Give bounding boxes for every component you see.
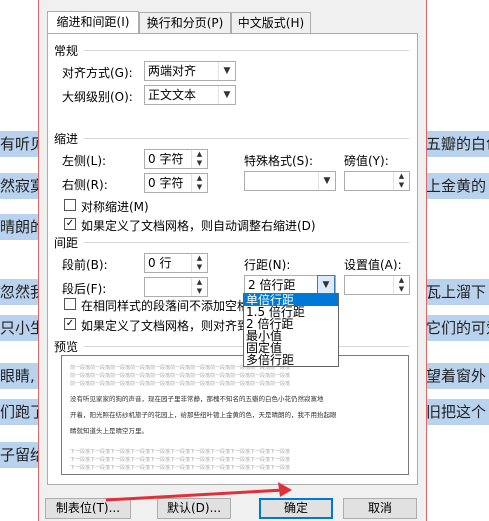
chevron-down-icon: ▼ — [218, 86, 235, 104]
preview-sample-line: 开着，阳光照在纺纱机旅子的花园上，给那些纽叶镀上金黄的色，天是晴朗的，我不用抬起… — [70, 411, 337, 419]
divider — [84, 138, 409, 139]
spin-down-icon[interactable]: ▼ — [394, 181, 409, 190]
line-at-label: 设置值(A): — [344, 258, 402, 272]
auto-adjust-label: 如果定义了文档网格，则自动调整右缩进(D) — [81, 219, 316, 233]
spin-buttons[interactable]: ▲ ▼ — [191, 150, 207, 168]
preview-next-paragraph: 下一段落下一段落下一段落下一段落下一段落下一段落下一段落下一段落下一段落下一段落… — [70, 449, 291, 455]
spin-down-icon[interactable]: ▼ — [192, 159, 207, 168]
doc-text-fragment: 眼睛, — [0, 367, 35, 385]
mirror-indent-label: 对称缩进(M) — [81, 200, 149, 214]
set-default-button[interactable]: 默认(D)... — [157, 498, 231, 519]
doc-text-fragment: 望着窗外 — [426, 367, 487, 385]
spin-up-icon[interactable]: ▲ — [394, 172, 409, 181]
section-title-spacing: 间距 — [54, 236, 79, 250]
section-title-preview: 预览 — [54, 340, 79, 354]
indent-left-spinner[interactable]: 0 字符 ▲ ▼ — [144, 149, 208, 169]
spin-down-icon[interactable]: ▼ — [192, 183, 207, 192]
preview-next-paragraph: 下一段落下一段落下一段落下一段落下一段落下一段落下一段落下一段落下一段落下一段落… — [70, 465, 291, 471]
preview-sample-line: 睛就知道头上是晴空万里。 — [70, 427, 148, 435]
alignment-select[interactable]: 两端对齐 ▼ — [144, 61, 236, 81]
space-after-spinner[interactable]: ▲ ▼ — [144, 277, 208, 297]
indent-right-value: 0 字符 — [148, 176, 184, 190]
tabs-button[interactable]: 制表位(T)... — [45, 498, 131, 519]
section-title-indentation: 缩进 — [54, 132, 79, 146]
divider — [84, 50, 409, 51]
preview-sample-line: 没有听见家家的狗的声音，现在园子里非常静，那槐不知名的五瓣的白色小花仍然寂寞地 — [70, 395, 324, 403]
indent-by-label: 磅值(Y): — [344, 154, 389, 168]
snap-to-grid-label: 如果定义了文档网格，则对齐到 — [81, 319, 250, 333]
chevron-down-icon[interactable]: ▼ — [317, 275, 335, 295]
alignment-label: 对齐方式(G): — [62, 66, 133, 80]
snap-to-grid-checkbox[interactable]: ✓ — [64, 318, 76, 330]
special-format-select[interactable]: ▼ — [244, 171, 336, 191]
chevron-down-icon: ▼ — [318, 172, 335, 190]
special-format-label: 特殊格式(S): — [244, 154, 314, 168]
spin-buttons[interactable]: ▲ ▼ — [191, 254, 207, 272]
divider — [84, 242, 409, 243]
space-after-label: 段后(F): — [62, 282, 107, 296]
spin-down-icon[interactable]: ▼ — [394, 285, 409, 294]
doc-text-fragment: 瓦上溜下 — [426, 283, 487, 301]
doc-text-fragment: 上金黄的 — [426, 177, 487, 195]
preview-next-paragraph: 下一段落下一段落下一段落下一段落下一段落下一段落下一段落下一段落下一段落下一段落… — [70, 457, 291, 463]
cancel-button[interactable]: 取消 — [343, 498, 417, 519]
indent-left-label: 左侧(L): — [62, 154, 107, 168]
indent-left-value: 0 字符 — [148, 152, 184, 166]
section-title-general: 常规 — [54, 44, 79, 58]
indent-right-label: 右侧(R): — [62, 178, 108, 192]
spin-down-icon[interactable]: ▼ — [192, 287, 207, 296]
spin-up-icon[interactable]: ▲ — [192, 254, 207, 263]
preview-prev-paragraph: 前一段落前一段落前一段落前一段落前一段落前一段落前一段落前一段落前一段落前一段落… — [70, 365, 291, 371]
spin-up-icon[interactable]: ▲ — [192, 150, 207, 159]
outline-level-label: 大纲级别(O): — [62, 90, 133, 104]
chevron-down-icon: ▼ — [218, 62, 235, 80]
space-before-spinner[interactable]: 0 行 ▲ ▼ — [144, 253, 208, 273]
doc-text-fragment: 有听见 — [0, 135, 38, 153]
doc-text-fragment: 忽然我 — [0, 283, 38, 301]
paragraph-dialog: 缩进和间距(I) 换行和分页(P) 中文版式(H) 常规 对齐方式(G): 两端… — [38, 0, 427, 521]
line-spacing-select[interactable]: 2 倍行距 ▼ — [244, 275, 336, 295]
space-before-label: 段前(B): — [62, 258, 108, 272]
doc-text-fragment: 只小生 — [0, 319, 38, 337]
doc-text-fragment: 子留给 — [0, 446, 38, 464]
doc-text-fragment: 它们的可爱 — [426, 319, 489, 337]
tab-asian-typography[interactable]: 中文版式(H) — [231, 12, 311, 33]
preview-prev-paragraph: 前一段落前一段落前一段落前一段落前一段落前一段落前一段落前一段落前一段落前一段落… — [70, 373, 291, 379]
outline-level-value: 正文文本 — [148, 88, 197, 102]
doc-text-fragment: 然寂寞 — [0, 177, 38, 195]
line-spacing-label: 行距(N): — [244, 258, 291, 272]
no-space-same-style-label: 在相同样式的段落间不添加空格 — [81, 299, 250, 313]
auto-adjust-checkbox[interactable]: ✓ — [64, 218, 76, 230]
preview-box: 前一段落前一段落前一段落前一段落前一段落前一段落前一段落前一段落前一段落前一段落… — [61, 355, 409, 475]
indent-right-spinner[interactable]: 0 字符 ▲ ▼ — [144, 173, 208, 193]
line-at-spinner[interactable]: ▲ ▼ — [344, 275, 410, 295]
doc-text-fragment: 五瓣的白色 — [426, 135, 489, 153]
space-before-value: 0 行 — [148, 256, 172, 270]
doc-text-fragment: 们跑了 — [0, 403, 38, 421]
spin-up-icon[interactable]: ▲ — [394, 276, 409, 285]
mirror-indent-checkbox[interactable] — [64, 199, 76, 211]
spin-up-icon[interactable]: ▲ — [192, 174, 207, 183]
ok-button[interactable]: 确定 — [259, 498, 333, 519]
preview-prev-paragraph: 前一段落前一段落前一段落前一段落前一段落前一段落前一段落前一段落前一段落前一段落… — [70, 381, 291, 387]
line-spacing-dropdown: 单倍行距 1.5 倍行距 2 倍行距 最小值 固定值 多倍行距 — [243, 293, 339, 367]
no-space-same-style-checkbox[interactable] — [64, 298, 76, 310]
spin-buttons[interactable]: ▲ ▼ — [191, 174, 207, 192]
spin-buttons[interactable]: ▲ ▼ — [393, 172, 409, 190]
spin-buttons[interactable]: ▲ ▼ — [191, 278, 207, 296]
tab-indent-spacing[interactable]: 缩进和间距(I) — [47, 11, 139, 34]
outline-level-select[interactable]: 正文文本 ▼ — [144, 85, 236, 105]
alignment-value: 两端对齐 — [148, 64, 197, 78]
indent-by-spinner[interactable]: ▲ ▼ — [344, 171, 410, 191]
tab-line-page-breaks[interactable]: 换行和分页(P) — [139, 12, 231, 33]
spin-buttons[interactable]: ▲ ▼ — [393, 276, 409, 294]
spin-up-icon[interactable]: ▲ — [192, 278, 207, 287]
doc-text-fragment: 旧把这个 — [426, 403, 487, 421]
line-spacing-option[interactable]: 多倍行距 — [244, 354, 338, 366]
doc-text-fragment: 晴朗的 — [0, 218, 38, 236]
spin-down-icon[interactable]: ▼ — [192, 263, 207, 272]
line-spacing-value: 2 倍行距 — [248, 278, 296, 292]
